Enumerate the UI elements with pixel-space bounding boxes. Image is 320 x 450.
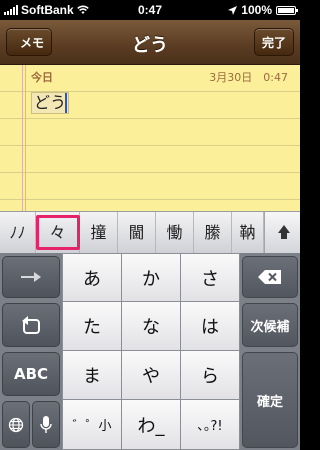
- margin-line: [22, 65, 23, 211]
- note-editor[interactable]: 今日 3月30日 0:47 どう: [0, 65, 300, 211]
- location-icon: [228, 5, 238, 15]
- status-bar: SoftBank 0:47 100%: [0, 0, 300, 20]
- kana-key-ya[interactable]: や: [121, 350, 181, 400]
- kana-key-ta[interactable]: た: [62, 301, 122, 351]
- abc-key[interactable]: ABC: [2, 352, 60, 396]
- delete-key[interactable]: [242, 256, 298, 298]
- japanese-flick-keyboard: ABC あ か さ た な は ま や ら ゛゜小 わ_ ､｡?! 次候補 確定: [0, 253, 300, 450]
- candidate-bar: ﾉﾉ 々 撞 閫 慟 縢 靹: [0, 211, 300, 254]
- battery-percent: 100%: [241, 3, 272, 17]
- candidate-item[interactable]: 撞: [80, 212, 118, 253]
- delete-backspace-icon: [258, 270, 282, 284]
- done-button[interactable]: 完了: [254, 28, 294, 56]
- candidate-item[interactable]: 縢: [194, 212, 232, 253]
- next-candidate-key[interactable]: 次候補: [242, 303, 298, 347]
- kana-key-wa[interactable]: わ_: [121, 399, 181, 450]
- navigation-bar: メモ どう 完了: [0, 20, 300, 65]
- arrow-right-key[interactable]: [2, 256, 60, 298]
- note-timestamp: 3月30日 0:47: [209, 71, 288, 84]
- globe-icon: [8, 417, 24, 433]
- globe-key[interactable]: [2, 401, 30, 448]
- kana-key-ha[interactable]: は: [180, 301, 240, 351]
- dakuten-small-key[interactable]: ゛゜小: [62, 399, 122, 450]
- microphone-icon: [40, 415, 52, 434]
- battery-icon: [276, 5, 298, 15]
- text-cursor: [65, 93, 67, 113]
- candidate-item[interactable]: 慟: [156, 212, 194, 253]
- kana-key-a[interactable]: あ: [62, 253, 122, 302]
- undo-icon: [20, 315, 42, 335]
- kana-key-ka[interactable]: か: [121, 253, 181, 302]
- confirm-key[interactable]: 確定: [242, 352, 298, 448]
- kana-key-na[interactable]: な: [121, 301, 181, 351]
- candidate-item[interactable]: ﾉﾉ: [0, 212, 36, 253]
- microphone-key[interactable]: [32, 401, 60, 448]
- kana-key-ma[interactable]: ま: [62, 350, 122, 400]
- punctuation-key[interactable]: ､｡?!: [180, 399, 240, 450]
- note-text[interactable]: どう: [31, 92, 70, 114]
- margin-line: [25, 65, 26, 211]
- note-date: 今日: [31, 71, 53, 84]
- candidate-item[interactable]: 靹: [232, 212, 264, 253]
- selected-candidate-highlight: [36, 215, 80, 250]
- expand-candidates-button[interactable]: [264, 212, 300, 253]
- arrow-up-icon: [278, 225, 290, 233]
- kana-key-sa[interactable]: さ: [180, 253, 240, 302]
- undo-key[interactable]: [2, 303, 60, 347]
- candidate-item[interactable]: 閫: [118, 212, 156, 253]
- arrow-right-icon: [20, 271, 42, 283]
- kana-key-ra[interactable]: ら: [180, 350, 240, 400]
